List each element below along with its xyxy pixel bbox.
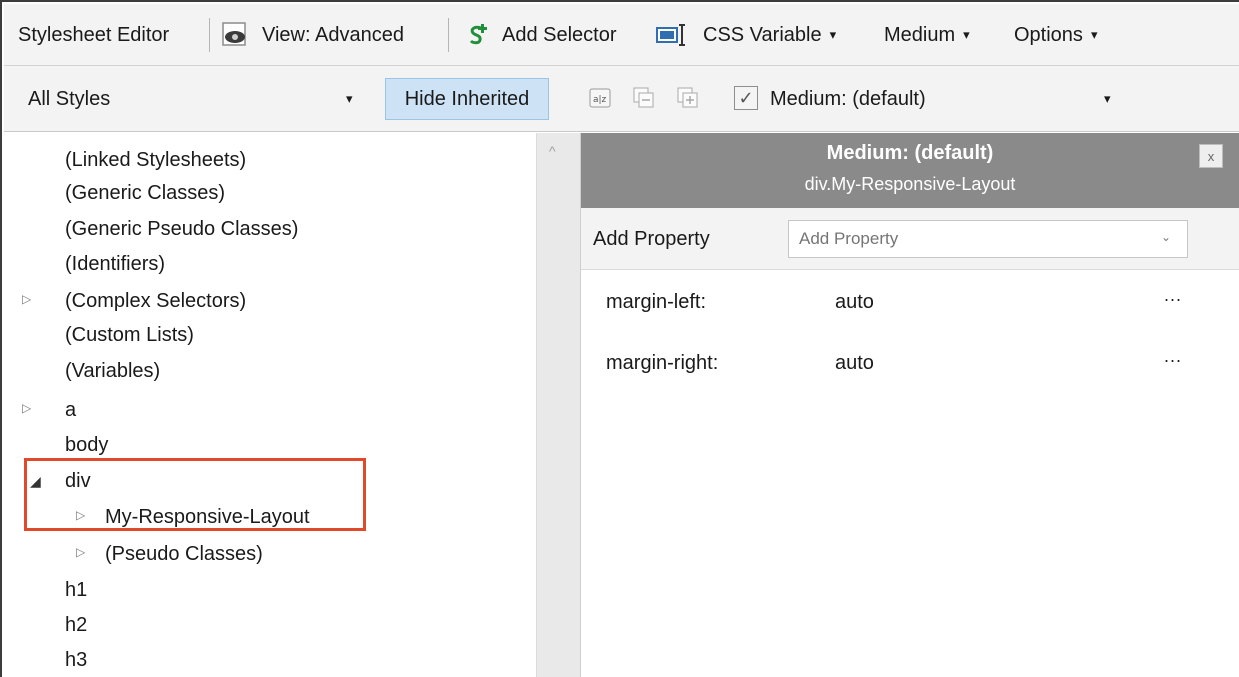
property-row[interactable]: margin-right: auto ... (581, 344, 1239, 384)
add-property-label: Add Property (593, 227, 710, 250)
tree-item-label: h1 (65, 578, 88, 601)
medium-menu[interactable]: Medium ▾ (884, 4, 970, 66)
add-selector-label: Add Selector (502, 23, 617, 46)
chevron-down-icon: ▾ (829, 27, 837, 42)
expand-arrow-icon[interactable]: ▷ (22, 401, 31, 415)
stylesheet-editor-window: Stylesheet Editor View: Advanced Add Sel… (0, 0, 1239, 677)
tree-item-label: (Linked Stylesheets) (65, 148, 247, 171)
css-variable-icon (655, 22, 689, 48)
tree-item-label: (Variables) (65, 359, 161, 382)
add-property-input[interactable] (788, 220, 1188, 258)
hide-inherited-button[interactable]: Hide Inherited (385, 78, 549, 120)
tree-item[interactable]: h1 (65, 572, 87, 608)
tree-item-label: (Custom Lists) (65, 323, 194, 346)
tree-item[interactable]: (Generic Classes) (65, 175, 225, 211)
highlight-annotation (24, 458, 366, 531)
add-property-row: Add Property ⌄ (581, 208, 1239, 270)
css-variable-menu[interactable]: CSS Variable ▾ (655, 4, 836, 66)
collapse-all-icon[interactable] (632, 86, 656, 110)
style-filter-dropdown[interactable]: All Styles ▾ (4, 66, 374, 132)
expand-all-icon[interactable] (676, 86, 700, 110)
property-value[interactable]: auto (835, 352, 874, 375)
chevron-down-icon: ▾ (963, 27, 970, 42)
chevron-down-icon[interactable]: ⌄ (1161, 230, 1171, 244)
property-more-button[interactable]: ... (1164, 285, 1182, 306)
tree-scrollbar[interactable]: ^ (536, 133, 580, 677)
selector-tree: (Linked Stylesheets) (Generic Classes) (… (4, 133, 536, 677)
tree-item[interactable]: (Pseudo Classes) (105, 536, 263, 572)
tree-item[interactable]: (Custom Lists) (65, 317, 194, 353)
tree-item-label: body (65, 433, 109, 456)
property-more-button[interactable]: ... (1164, 346, 1182, 367)
tree-item[interactable]: (Identifiers) (65, 246, 165, 282)
sort-alpha-icon[interactable]: a|z (588, 86, 612, 110)
properties-header: Medium: (default) div.My-Responsive-Layo… (581, 133, 1239, 208)
tree-item-label: h2 (65, 613, 88, 636)
expand-arrow-icon[interactable]: ▷ (76, 545, 85, 559)
options-menu[interactable]: Options ▾ (1014, 4, 1097, 66)
selected-selector: div.My-Responsive-Layout (804, 174, 1016, 194)
tree-item[interactable]: h3 (65, 642, 87, 677)
toolbar-divider (209, 18, 210, 52)
add-selector-button[interactable]: Add Selector (464, 4, 617, 66)
tree-item[interactable]: (Linked Stylesheets) (65, 142, 246, 178)
medium-menu-label: Medium (884, 23, 956, 46)
filter-toolbar: All Styles ▾ Hide Inherited a|z ✓ Medium… (4, 66, 1239, 188)
property-value[interactable]: auto (835, 291, 874, 314)
tree-item-label: a (65, 398, 77, 421)
property-name: margin-left: (606, 291, 707, 313)
tree-item[interactable]: a (65, 392, 76, 428)
property-row[interactable]: margin-left: auto ... (581, 283, 1239, 323)
tree-item-label: (Generic Classes) (65, 181, 226, 204)
properties-panel: Medium: (default) div.My-Responsive-Layo… (580, 133, 1239, 677)
tree-item[interactable]: (Variables) (65, 353, 160, 389)
tree-item[interactable]: h2 (65, 607, 87, 643)
editor-title: Stylesheet Editor (18, 23, 170, 46)
add-selector-icon (464, 22, 490, 48)
hide-inherited-label: Hide Inherited (404, 87, 530, 110)
medium-filter-checkbox[interactable]: ✓ (734, 86, 758, 110)
style-filter-value: All Styles (28, 87, 111, 110)
expand-arrow-icon[interactable]: ▷ (22, 292, 31, 306)
css-variable-label: CSS Variable (703, 23, 822, 46)
tree-item-label: (Pseudo Classes) (105, 542, 263, 565)
view-mode-button[interactable]: View: Advanced (220, 4, 404, 66)
main-toolbar: Stylesheet Editor View: Advanced Add Sel… (4, 4, 1239, 66)
medium-filter-dropdown[interactable]: Medium: (default) ▾ (764, 66, 1144, 132)
close-button[interactable]: x (1199, 144, 1223, 168)
svg-text:a|z: a|z (593, 95, 607, 105)
tree-item[interactable]: (Complex Selectors) (65, 283, 246, 319)
medium-filter-value: Medium: (default) (770, 87, 926, 110)
tree-item[interactable]: (Generic Pseudo Classes) (65, 211, 298, 247)
property-name: margin-right: (606, 352, 719, 374)
dropdown-arrow-icon: ▾ (346, 91, 353, 106)
tree-item-label: (Identifiers) (65, 252, 166, 275)
options-menu-label: Options (1014, 23, 1083, 46)
view-mode-label: View: Advanced (262, 23, 404, 46)
scroll-up-icon[interactable]: ^ (549, 143, 556, 159)
chevron-down-icon: ▾ (1090, 27, 1098, 42)
tree-item-label: (Generic Pseudo Classes) (65, 217, 299, 240)
toolbar-divider (448, 18, 449, 52)
dropdown-arrow-icon: ▾ (1104, 91, 1111, 106)
tree-item-label: (Complex Selectors) (65, 289, 247, 312)
view-eye-icon (220, 20, 250, 50)
medium-title: Medium: (default) (826, 142, 994, 164)
tree-item-label: h3 (65, 648, 88, 671)
